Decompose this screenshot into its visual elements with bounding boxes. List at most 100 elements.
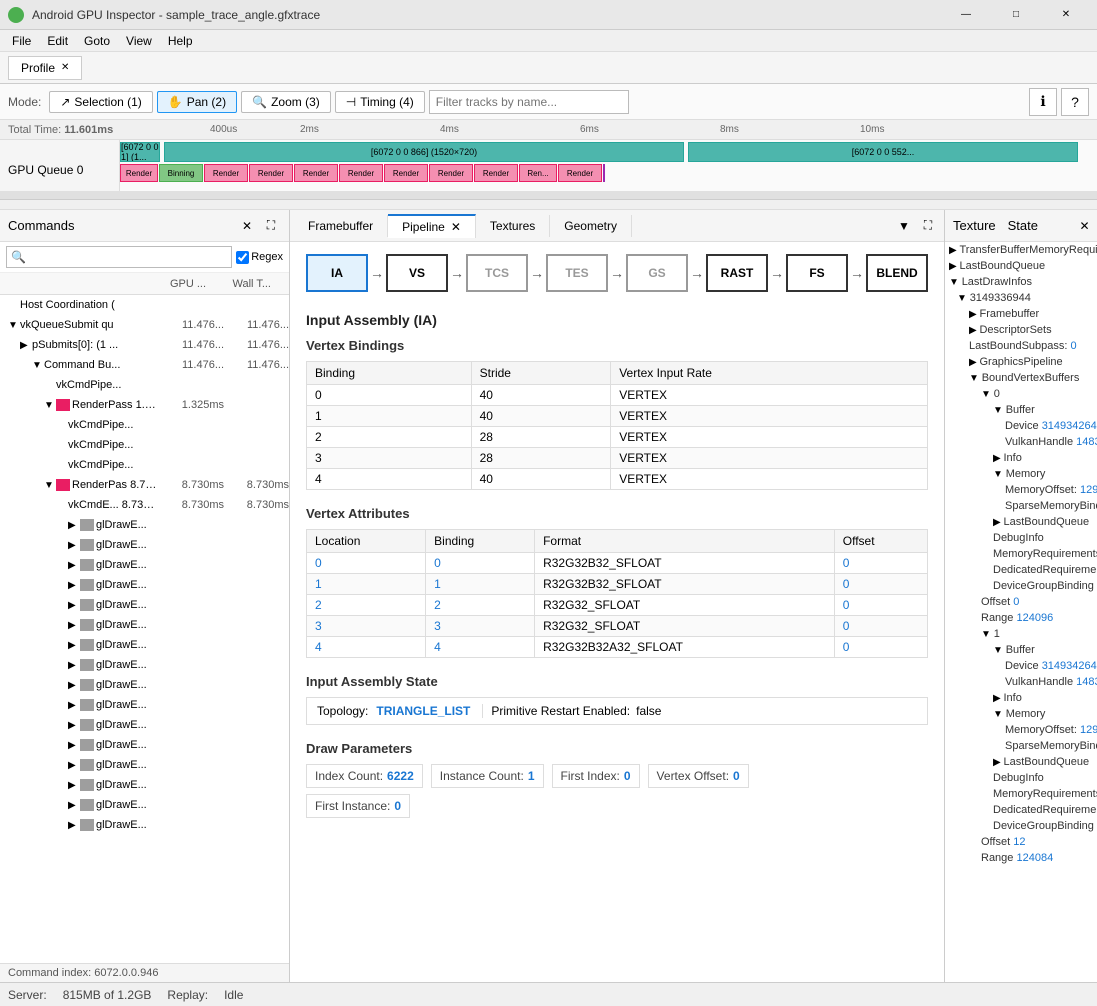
- state-toggle-3149336944[interactable]: ▼: [957, 293, 970, 304]
- tree-item-vkcmd1[interactable]: vkCmdPipe...: [0, 375, 289, 395]
- state-item-device-0[interactable]: Device 3149342640: [945, 418, 1097, 434]
- state-toggle-buf-1[interactable]: ▼: [993, 645, 1006, 656]
- stage-tes[interactable]: TES: [546, 254, 608, 292]
- menu-file[interactable]: File: [4, 32, 39, 50]
- tree-toggle-gldraw-9[interactable]: ▶: [68, 680, 80, 691]
- sub-bar-render-5[interactable]: Render: [339, 164, 383, 182]
- state-item-offset-0[interactable]: Offset 0: [945, 594, 1097, 610]
- state-item-debuginfo-1[interactable]: DebugInfo: [945, 770, 1097, 786]
- state-item-range-0[interactable]: Range 124096: [945, 610, 1097, 626]
- tree-item-vkcmde[interactable]: vkCmdE... 8.730ms 8.730ms 8.730ms: [0, 495, 289, 515]
- tree-toggle-gldraw-13[interactable]: ▶: [68, 760, 80, 771]
- state-item-debuginfo-0[interactable]: DebugInfo: [945, 530, 1097, 546]
- commands-search-input[interactable]: [6, 246, 232, 268]
- sub-bar-render-1[interactable]: Render: [120, 164, 158, 182]
- tree-item-vkqueue[interactable]: ▼ vkQueueSubmit qu 11.476... 11.476...: [0, 315, 289, 335]
- tree-toggle-gldraw-3[interactable]: ▶: [68, 560, 80, 571]
- stage-rast[interactable]: RAST: [706, 254, 768, 292]
- regex-checkbox-label[interactable]: Regex: [236, 251, 283, 264]
- state-toggle-transferbuf[interactable]: ▶: [949, 245, 959, 256]
- state-item-memreq-0[interactable]: MemoryRequirements: [945, 546, 1097, 562]
- state-toggle-info-1[interactable]: ▶: [993, 693, 1003, 704]
- commands-close-icon[interactable]: ✕: [237, 216, 257, 236]
- tree-item-vkcmd3[interactable]: vkCmdPipe...: [0, 435, 289, 455]
- tree-item-gldraw-12[interactable]: ▶ glDrawE...: [0, 735, 289, 755]
- state-toggle-gp[interactable]: ▶: [969, 357, 979, 368]
- sub-bar-render-2[interactable]: Render: [204, 164, 248, 182]
- state-item-vulkanhandle-0[interactable]: VulkanHandle 1483992096...: [945, 434, 1097, 450]
- maximize-button[interactable]: □: [993, 0, 1039, 30]
- tree-toggle-psubmits[interactable]: ▶: [20, 340, 32, 351]
- tree-item-vkcmd4[interactable]: vkCmdPipe...: [0, 455, 289, 475]
- state-item-offset-1[interactable]: Offset 12: [945, 834, 1097, 850]
- menu-goto[interactable]: Goto: [76, 32, 118, 50]
- tree-toggle-gldraw-4[interactable]: ▶: [68, 580, 80, 591]
- state-toggle-buf-0[interactable]: ▼: [993, 405, 1006, 416]
- tree-item-gldraw-15[interactable]: ▶ glDrawE...: [0, 795, 289, 815]
- tree-item-gldraw-1[interactable]: ▶ glDrawE...: [0, 515, 289, 535]
- tree-item-gldraw-14[interactable]: ▶ glDrawE...: [0, 775, 289, 795]
- stage-tcs[interactable]: TCS: [466, 254, 528, 292]
- tree-item-gldraw-8[interactable]: ▶ glDrawE...: [0, 655, 289, 675]
- tree-toggle-rpass1[interactable]: ▼: [44, 400, 56, 411]
- profile-tab-close-icon[interactable]: ✕: [61, 62, 69, 73]
- state-item-memory-1[interactable]: ▼ Memory: [945, 706, 1097, 722]
- timeline-scrollbar[interactable]: [0, 191, 1097, 199]
- state-item-range-1[interactable]: Range 124084: [945, 850, 1097, 866]
- minimize-button[interactable]: —: [943, 0, 989, 30]
- state-toggle-lbq-top[interactable]: ▶: [949, 261, 959, 272]
- tree-toggle-gldraw-5[interactable]: ▶: [68, 600, 80, 611]
- state-item-transferbuf[interactable]: ▶ TransferBufferMemoryRequirements: [945, 242, 1097, 258]
- tree-item-gldraw-16[interactable]: ▶ glDrawE...: [0, 815, 289, 835]
- state-item-memoffset-1[interactable]: MemoryOffset: 12964288...: [945, 722, 1097, 738]
- stage-ia[interactable]: IA: [306, 254, 368, 292]
- tree-toggle-gldraw-14[interactable]: ▶: [68, 780, 80, 791]
- profile-tab[interactable]: Profile ✕: [8, 56, 82, 80]
- tree-item-gldraw-2[interactable]: ▶ glDrawE...: [0, 535, 289, 555]
- state-toggle-ldi[interactable]: ▼: [949, 277, 962, 288]
- state-item-framebuffer[interactable]: ▶ Framebuffer: [945, 306, 1097, 322]
- tree-item-gldraw-3[interactable]: ▶ glDrawE...: [0, 555, 289, 575]
- sub-bar-render-9[interactable]: Render: [558, 164, 602, 182]
- gpu-bar-3[interactable]: [6072 0 0 552...: [688, 142, 1078, 162]
- state-item-sparse-0[interactable]: SparseMemoryBindings: [945, 498, 1097, 514]
- state-item-bvb-1[interactable]: ▼ 1: [945, 626, 1097, 642]
- tree-toggle-gldraw-15[interactable]: ▶: [68, 800, 80, 811]
- tree-item-gldraw-11[interactable]: ▶ glDrawE...: [0, 715, 289, 735]
- tree-item-cmdbuf[interactable]: ▼ Command Bu... 11.476... 11.476...: [0, 355, 289, 375]
- tree-toggle-gldraw-12[interactable]: ▶: [68, 740, 80, 751]
- gpu-bar-1[interactable]: [6072 0 0 1] (1...: [120, 142, 160, 162]
- state-item-lastboundsubpass[interactable]: LastBoundSubpass: 0: [945, 338, 1097, 354]
- tree-toggle-rpass2[interactable]: ▼: [44, 480, 56, 491]
- stage-gs[interactable]: GS: [626, 254, 688, 292]
- tree-item-gldraw-7[interactable]: ▶ glDrawE...: [0, 635, 289, 655]
- state-toggle-fb[interactable]: ▶: [969, 309, 979, 320]
- tree-item-gldraw-6[interactable]: ▶ glDrawE...: [0, 615, 289, 635]
- state-item-dedreq-0[interactable]: DedicatedRequirements: [945, 562, 1097, 578]
- state-toggle-lbq-0[interactable]: ▶: [993, 517, 1003, 528]
- regex-checkbox[interactable]: [236, 251, 249, 264]
- sub-bar-render-6[interactable]: Render: [384, 164, 428, 182]
- pan-mode-button[interactable]: ✋ Pan (2): [157, 91, 237, 113]
- tree-toggle-gldraw-10[interactable]: ▶: [68, 700, 80, 711]
- state-item-info-0[interactable]: ▶ Info: [945, 450, 1097, 466]
- state-toggle-bvb-1[interactable]: ▼: [981, 629, 994, 640]
- tree-toggle-cmdbuf[interactable]: ▼: [32, 360, 44, 371]
- sub-bar-binning[interactable]: Binning: [159, 164, 203, 182]
- state-item-lastboundqueue-top[interactable]: ▶ LastBoundQueue: [945, 258, 1097, 274]
- tree-toggle-gldraw-2[interactable]: ▶: [68, 540, 80, 551]
- state-close-icon[interactable]: ✕: [1075, 216, 1095, 236]
- tab-textures[interactable]: Textures: [476, 215, 550, 237]
- sub-bar-render-8[interactable]: Render: [474, 164, 518, 182]
- state-item-devgrp-1[interactable]: DeviceGroupBinding: [945, 818, 1097, 834]
- state-item-memoffset-0[interactable]: MemoryOffset: 12964288: [945, 482, 1097, 498]
- sub-bar-render-7[interactable]: Render: [429, 164, 473, 182]
- tree-toggle-gldraw-16[interactable]: ▶: [68, 820, 80, 831]
- state-toggle-mem-0[interactable]: ▼: [993, 469, 1006, 480]
- selection-mode-button[interactable]: ↗ Selection (1): [49, 91, 152, 113]
- state-item-sparse-1[interactable]: SparseMemoryBindings: [945, 738, 1097, 754]
- state-item-lastdrawinfos[interactable]: ▼ LastDrawInfos: [945, 274, 1097, 290]
- tab-expand-button[interactable]: ⛶: [916, 214, 940, 238]
- state-toggle-ds[interactable]: ▶: [969, 325, 979, 336]
- state-toggle-lbq-1[interactable]: ▶: [993, 757, 1003, 768]
